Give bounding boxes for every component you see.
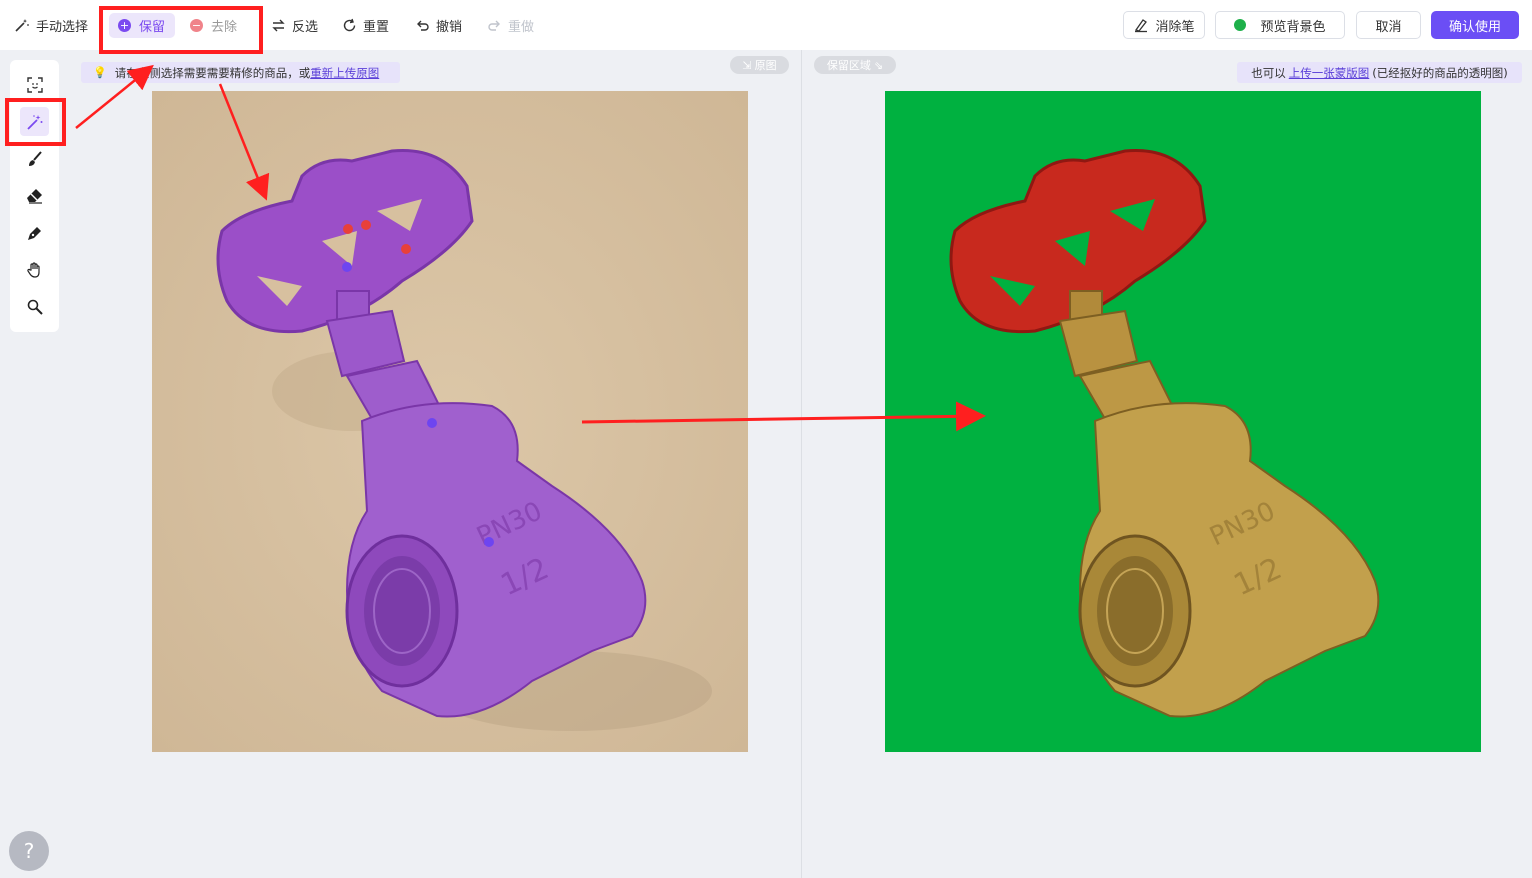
- help-button[interactable]: ?: [9, 831, 49, 871]
- preview-bg-label: 预览背景色: [1260, 19, 1326, 35]
- undo-button[interactable]: 撤销: [415, 0, 462, 50]
- undo-label: 撤销: [436, 19, 463, 35]
- face-select-tool[interactable]: [20, 70, 49, 99]
- hand-icon: [26, 261, 40, 278]
- left-hint-text: 请在左侧选择需要需要精修的商品，或: [114, 65, 311, 80]
- redo-button[interactable]: 重做: [487, 0, 534, 50]
- keep-point[interactable]: [484, 537, 494, 547]
- annotation-box-magic-tool: [5, 98, 66, 146]
- eraser-pen-icon: [1135, 19, 1148, 33]
- manual-select-button[interactable]: 手动选择: [14, 0, 88, 50]
- original-tag-label: 原图: [754, 59, 777, 72]
- redo-icon: [488, 20, 500, 31]
- original-tag[interactable]: ⇲ 原图: [730, 56, 789, 74]
- upload-mask-link[interactable]: 上传一张蒙版图: [1289, 65, 1370, 81]
- pane-divider: [801, 50, 802, 878]
- confirm-button[interactable]: 确认使用: [1431, 11, 1519, 39]
- pen-icon: [27, 226, 41, 240]
- right-hint-prefix: 也可以: [1251, 65, 1286, 80]
- expand-icon: ⇘: [873, 58, 884, 72]
- right-hint-suffix: (已经抠好的商品的透明图): [1372, 65, 1508, 80]
- remove-point[interactable]: [343, 224, 353, 234]
- eraser-icon: [26, 188, 42, 204]
- keep-area-tag-label: 保留区域: [826, 59, 871, 72]
- reupload-link[interactable]: 重新上传原图: [310, 65, 379, 81]
- preview-color-swatch: [1234, 19, 1247, 31]
- confirm-label: 确认使用: [1448, 19, 1501, 35]
- eraser-pen-button[interactable]: 消除笔: [1123, 11, 1205, 39]
- left-hint-bar: 💡 请在左侧选择需要需要精修的商品，或 重新上传原图: [81, 62, 400, 83]
- brush-icon: [28, 150, 42, 166]
- brush-tool[interactable]: [20, 144, 49, 173]
- valve-mask-canvas: PN30 1/2: [152, 91, 748, 752]
- pen-tool[interactable]: [20, 218, 49, 247]
- eraser-tool[interactable]: [20, 181, 49, 210]
- redo-label: 重做: [508, 19, 535, 35]
- annotation-box-keep-remove: [99, 6, 263, 54]
- keep-area-tag[interactable]: 保留区域 ⇘: [814, 56, 896, 74]
- preview-image[interactable]: PN30 1/2: [885, 91, 1481, 752]
- magic-wand-icon: [15, 19, 29, 32]
- hand-tool[interactable]: [20, 255, 49, 284]
- zoom-tool[interactable]: [20, 292, 49, 321]
- collapse-icon: ⇲: [742, 58, 752, 72]
- reset-icon: [343, 18, 356, 31]
- eraser-pen-label: 消除笔: [1155, 19, 1195, 35]
- invert-button[interactable]: 反选: [271, 0, 318, 50]
- remove-point[interactable]: [401, 244, 411, 254]
- right-hint-bar: 也可以 上传一张蒙版图 (已经抠好的商品的透明图): [1237, 62, 1522, 83]
- manual-select-label: 手动选择: [36, 19, 89, 35]
- zoom-icon: [27, 299, 43, 315]
- cancel-button[interactable]: 取消: [1356, 11, 1421, 39]
- face-select-icon: [26, 76, 43, 93]
- invert-label: 反选: [292, 19, 319, 35]
- remove-point[interactable]: [361, 220, 371, 230]
- lightbulb-icon: 💡: [93, 66, 107, 79]
- reset-button[interactable]: 重置: [342, 0, 389, 50]
- help-label: ?: [23, 839, 35, 863]
- valve-cutout-preview: PN30 1/2: [949, 148, 1380, 718]
- preview-bg-button[interactable]: 预览背景色: [1215, 11, 1345, 39]
- original-image[interactable]: PN30 1/2: [152, 91, 748, 752]
- undo-icon: [417, 20, 429, 31]
- cancel-label: 取消: [1375, 19, 1402, 35]
- keep-point[interactable]: [427, 418, 437, 428]
- keep-point[interactable]: [342, 262, 352, 272]
- invert-icon: [272, 19, 285, 31]
- reset-label: 重置: [363, 19, 390, 35]
